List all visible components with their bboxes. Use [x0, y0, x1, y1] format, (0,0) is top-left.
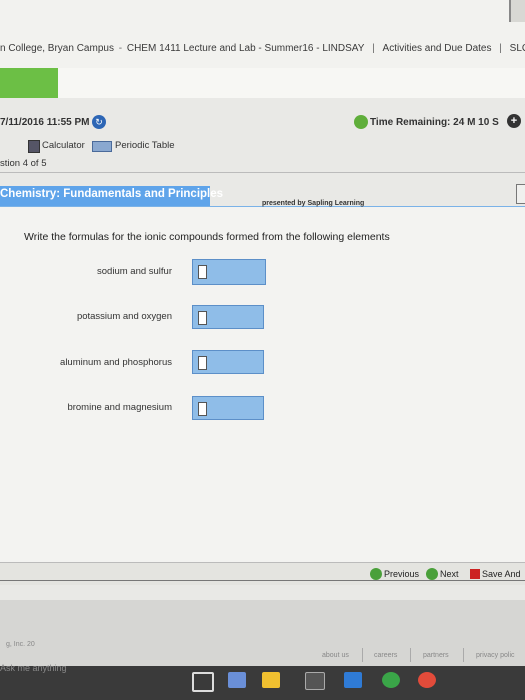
breadcrumb-course[interactable]: CHEM 1411 Lecture and Lab - Summer16 - L… — [127, 43, 365, 54]
browser-header — [0, 0, 525, 68]
cursor-box — [198, 311, 207, 325]
store-icon[interactable] — [344, 672, 362, 688]
taskbar-search[interactable]: Ask me anything — [0, 663, 67, 673]
divider — [0, 172, 525, 173]
answer-input-bromine-magnesium[interactable] — [192, 396, 264, 420]
current-datetime: 7/11/2016 11:55 PM — [0, 117, 90, 128]
item-label-sodium-sulfur: sodium and sulfur — [97, 266, 172, 277]
folder-icon[interactable] — [262, 672, 280, 688]
chrome-icon[interactable] — [418, 672, 436, 688]
save-button[interactable]: Save And — [470, 566, 521, 582]
previous-icon — [370, 568, 382, 580]
cursor-box — [198, 265, 207, 279]
next-icon — [426, 568, 438, 580]
time-remaining: Time Remaining: 24 M 10 S — [370, 117, 499, 128]
answer-input-aluminum-phosphorus[interactable] — [192, 350, 264, 374]
breadcrumb-college[interactable]: n College, Bryan Campus — [0, 43, 114, 54]
task-view-icon[interactable] — [192, 672, 214, 692]
periodic-table-link[interactable]: Periodic Table — [115, 140, 175, 151]
answer-input-sodium-sulfur[interactable] — [192, 259, 266, 285]
logo-icon — [509, 0, 525, 22]
item-label-bromine-magnesium: bromine and magnesium — [67, 402, 172, 413]
cursor-box — [198, 356, 207, 370]
calculator-link[interactable]: Calculator — [42, 140, 85, 151]
refresh-icon[interactable]: ↻ — [92, 115, 106, 129]
progress-accent-bar — [0, 68, 58, 98]
save-icon — [470, 569, 480, 579]
timer-icon — [354, 115, 368, 129]
copyright: g, Inc. 20 — [6, 641, 35, 648]
footer-link-privacy[interactable]: privacy polic — [476, 652, 515, 659]
header-strip — [58, 68, 525, 98]
panel-expand-handle[interactable] — [516, 184, 525, 204]
edge-icon[interactable] — [228, 672, 246, 688]
previous-button[interactable]: Previous — [370, 566, 419, 582]
periodic-table-icon[interactable] — [92, 141, 112, 152]
help-icon[interactable]: + — [507, 114, 521, 128]
panel-title: Chemistry: Fundamentals and Principles — [0, 188, 224, 200]
item-label-potassium-oxygen: potassium and oxygen — [76, 311, 172, 322]
calculator-icon[interactable] — [28, 140, 40, 153]
breadcrumb-activities[interactable]: Activities and Due Dates — [383, 43, 492, 54]
footer-link-partners[interactable]: partners — [423, 652, 449, 659]
question-number: stion 4 of 5 — [0, 158, 47, 169]
cursor-box — [198, 402, 207, 416]
publisher-credit: presented by Sapling Learning — [262, 200, 365, 207]
breadcrumb: n College, Bryan Campus - CHEM 1411 Lect… — [0, 43, 525, 54]
breadcrumb-slo[interactable]: SLO 7 Qu — [510, 43, 525, 54]
calendar-icon[interactable] — [305, 672, 325, 690]
question-prompt: Write the formulas for the ionic compoun… — [24, 231, 390, 243]
next-button[interactable]: Next — [426, 566, 459, 582]
xbox-icon[interactable] — [382, 672, 400, 688]
item-label-aluminum-phosphorus: aluminum and phosphorus — [60, 357, 172, 368]
answer-input-potassium-oxygen[interactable] — [192, 305, 264, 329]
footer-link-about[interactable]: about us — [322, 652, 349, 659]
footer-link-careers[interactable]: careers — [374, 652, 397, 659]
